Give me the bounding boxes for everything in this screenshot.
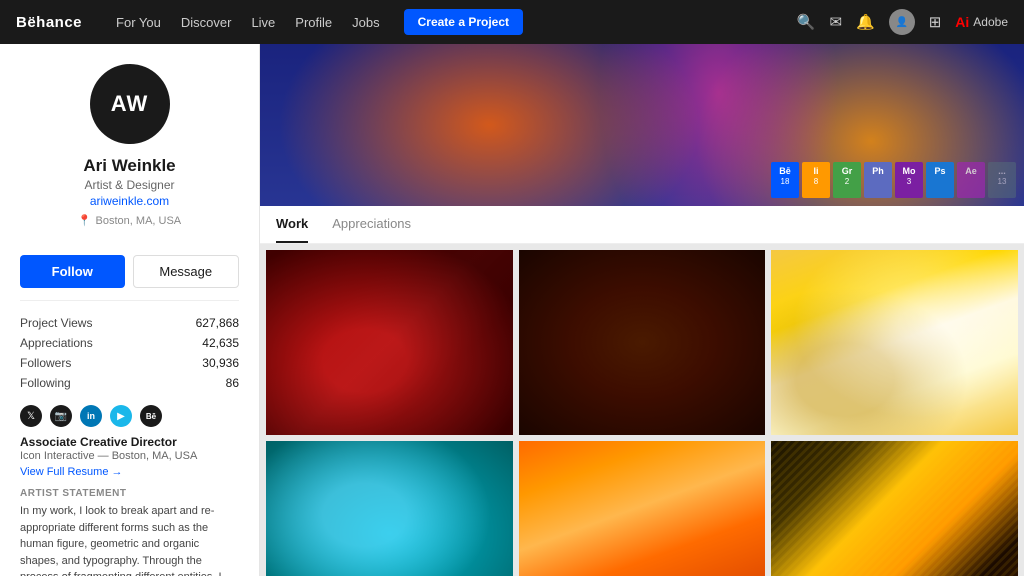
content-area: Bē 18 Ii 8 Gr 2 Ph Mo 3	[260, 44, 1024, 576]
badge-photoshop[interactable]: Ph	[864, 162, 892, 198]
portfolio-item-1[interactable]	[266, 250, 513, 435]
profile-initials: AW	[111, 91, 148, 117]
profile-location: 📍 Boston, MA, USA	[78, 214, 181, 227]
profile-title: Artist & Designer	[84, 178, 174, 192]
main-container: AW Ari Weinkle Artist & Designer ariwein…	[0, 44, 1024, 576]
nav-right-actions: 🔍 ✉ 🔔 👤 ⊞ Ai Adobe	[797, 9, 1008, 35]
follow-button[interactable]: Follow	[20, 255, 125, 288]
badge-more[interactable]: ... 13	[988, 162, 1016, 198]
tabs-row: Work Appreciations	[260, 206, 1024, 244]
create-project-button[interactable]: Create a Project	[404, 9, 523, 35]
profile-website[interactable]: ariweinkle.com	[90, 194, 169, 208]
avatar[interactable]: 👤	[889, 9, 915, 35]
adobe-icon: Ai	[955, 14, 969, 30]
nav-discover[interactable]: Discover	[181, 15, 232, 30]
portfolio-grid	[260, 244, 1024, 576]
mail-icon[interactable]: ✉	[829, 13, 842, 31]
tab-appreciations[interactable]: Appreciations	[332, 206, 411, 243]
linkedin-icon[interactable]: in	[80, 405, 102, 427]
portfolio-item-4[interactable]	[266, 441, 513, 576]
badge-gradients[interactable]: Gr 2	[833, 162, 861, 198]
adobe-label: Ai Adobe	[955, 14, 1008, 30]
social-icons: 𝕏 📷 in ▶ Bē	[20, 405, 239, 427]
job-title: Associate Creative Director	[20, 435, 239, 449]
vimeo-icon[interactable]: ▶	[110, 405, 132, 427]
badge-motion[interactable]: Mo 3	[895, 162, 923, 198]
nav-profile[interactable]: Profile	[295, 15, 332, 30]
badge-ps[interactable]: Ps	[926, 162, 954, 198]
sidebar: AW Ari Weinkle Artist & Designer ariwein…	[0, 44, 260, 576]
badges-row: Bē 18 Ii 8 Gr 2 Ph Mo 3	[771, 162, 1016, 198]
search-icon[interactable]: 🔍	[797, 13, 816, 31]
stat-project-views: Project Views 627,868	[20, 313, 239, 333]
stat-appreciations: Appreciations 42,635	[20, 333, 239, 353]
twitter-icon[interactable]: 𝕏	[20, 405, 42, 427]
notifications-icon[interactable]: 🔔	[856, 13, 875, 31]
nav-for-you[interactable]: For You	[116, 15, 161, 30]
profile-name: Ari Weinkle	[83, 156, 175, 176]
view-resume-link[interactable]: View Full Resume →	[20, 466, 239, 478]
action-buttons: Follow Message	[20, 255, 239, 288]
nav-links: For You Discover Live Profile Jobs	[116, 15, 380, 30]
profile-header: AW Ari Weinkle Artist & Designer ariwein…	[20, 64, 239, 243]
tab-work[interactable]: Work	[276, 206, 308, 243]
job-company: Icon Interactive — Boston, MA, USA	[20, 450, 239, 462]
behance-logo[interactable]: Bëhance	[16, 14, 82, 31]
portfolio-item-3[interactable]	[771, 250, 1018, 435]
stat-followers: Followers 30,936	[20, 353, 239, 373]
nav-live[interactable]: Live	[251, 15, 275, 30]
nav-jobs[interactable]: Jobs	[352, 15, 379, 30]
navbar: Bëhance For You Discover Live Profile Jo…	[0, 0, 1024, 44]
portfolio-item-5[interactable]	[519, 441, 766, 576]
message-button[interactable]: Message	[133, 255, 240, 288]
stats-table: Project Views 627,868 Appreciations 42,6…	[20, 300, 239, 393]
behance-social-icon[interactable]: Bē	[140, 405, 162, 427]
apps-icon[interactable]: ⊞	[929, 13, 942, 31]
badge-behance[interactable]: Bē 18	[771, 162, 799, 198]
cover-image: Bē 18 Ii 8 Gr 2 Ph Mo 3	[260, 44, 1024, 206]
artist-statement-text: In my work, I look to break apart and re…	[20, 503, 239, 576]
profile-avatar: AW	[90, 64, 170, 144]
avatar-img: 👤	[895, 17, 907, 28]
location-pin-icon: 📍	[78, 214, 92, 227]
stat-following: Following 86	[20, 373, 239, 393]
adobe-text: Adobe	[973, 15, 1008, 29]
artist-statement-title: ARTIST STATEMENT	[20, 488, 239, 499]
portfolio-item-2[interactable]	[519, 250, 766, 435]
badge-illustrator[interactable]: Ii 8	[802, 162, 830, 198]
portfolio-item-6[interactable]	[771, 441, 1018, 576]
instagram-icon[interactable]: 📷	[50, 405, 72, 427]
badge-ae[interactable]: Ae	[957, 162, 985, 198]
